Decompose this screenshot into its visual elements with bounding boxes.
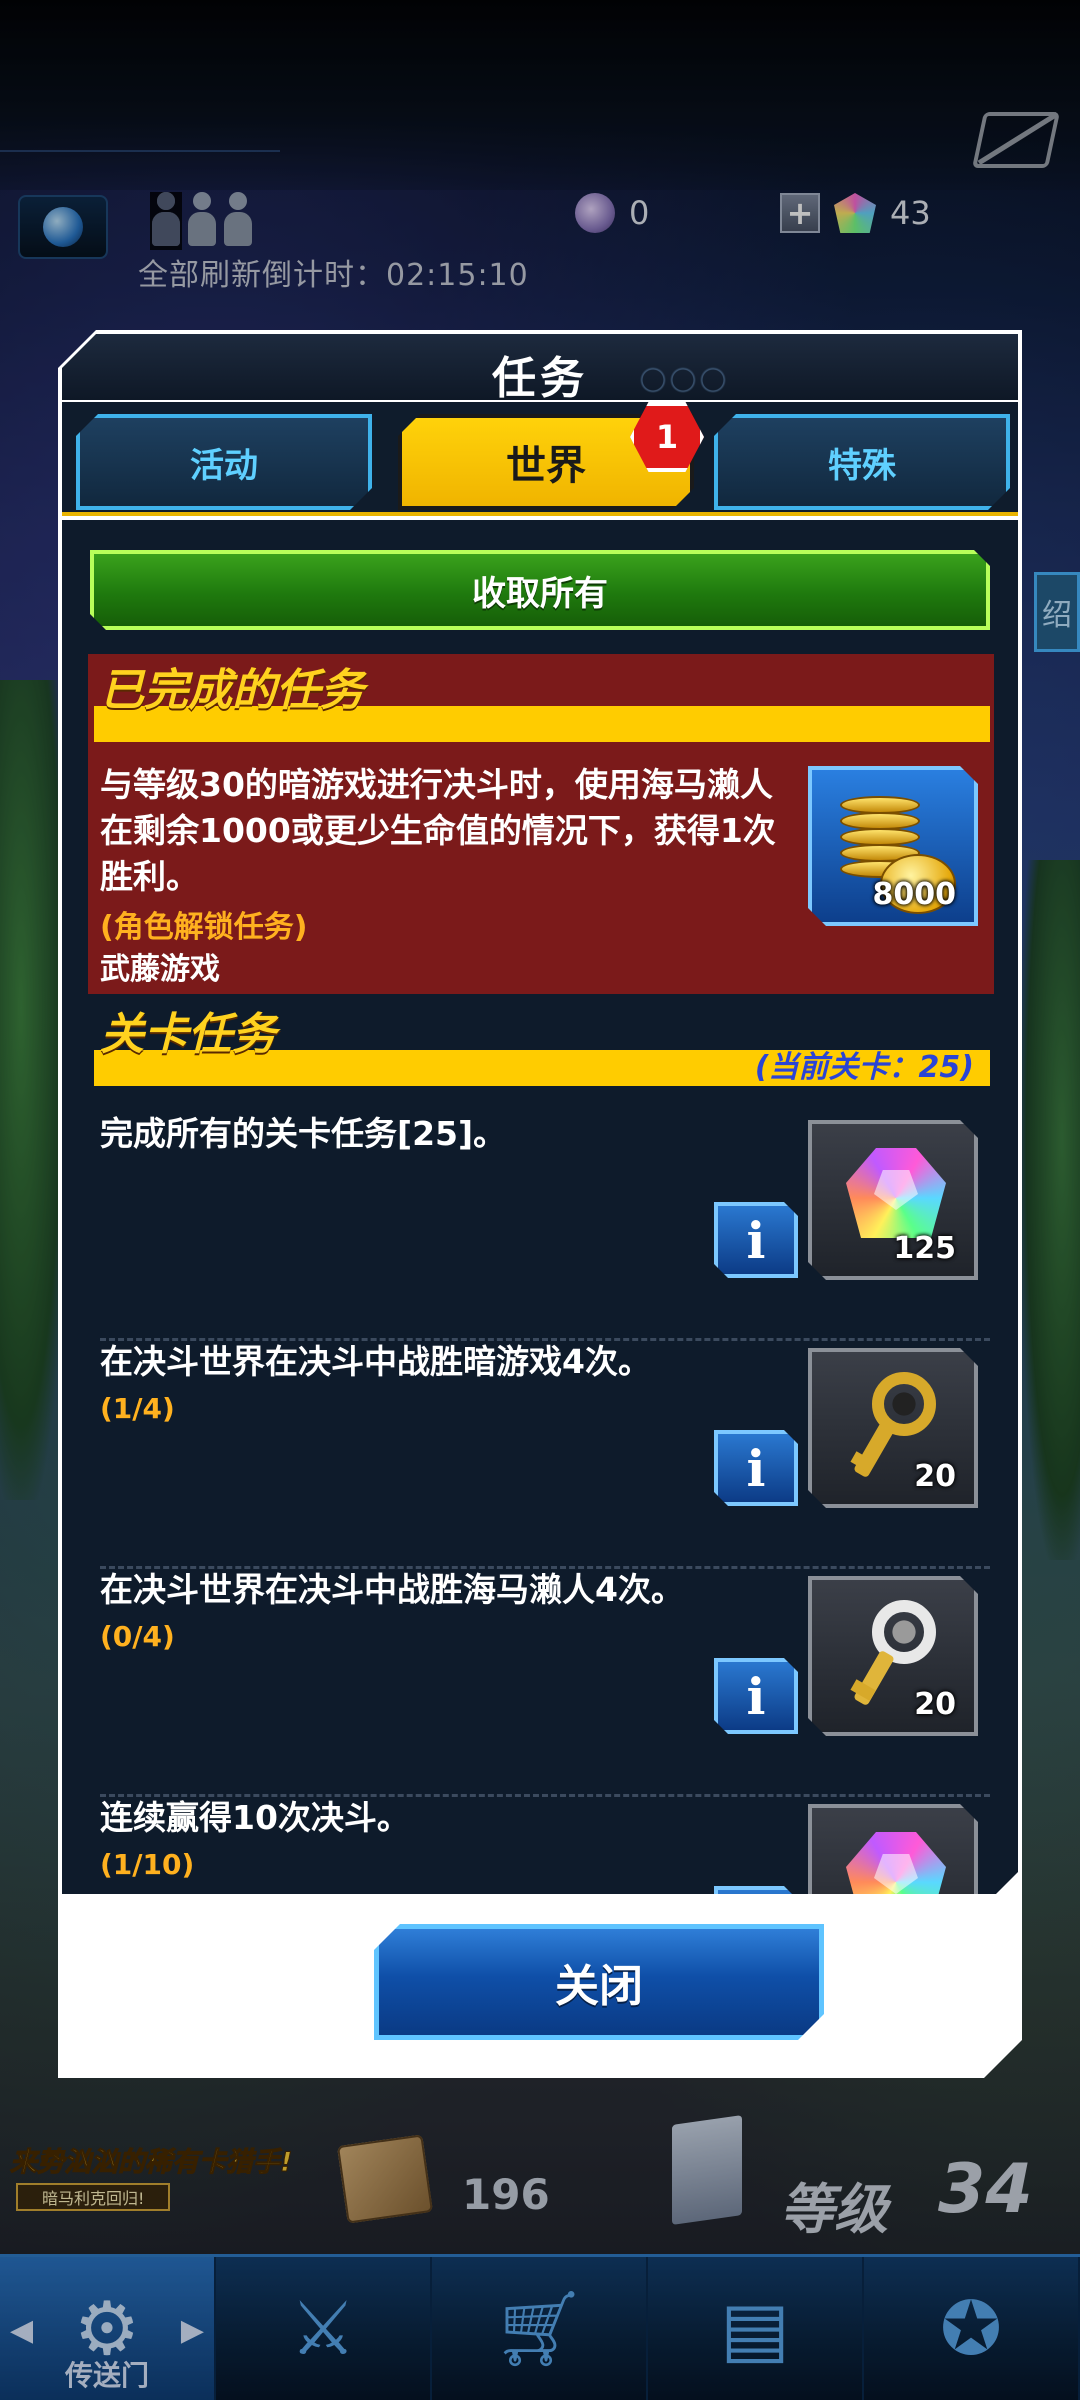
- completed-section-header: 已完成的任务: [88, 654, 994, 744]
- task-description: 完成所有的关卡任务[25]。: [100, 1114, 507, 1153]
- task-row: 完成所有的关卡任务[25]。 i 125: [88, 1102, 994, 1330]
- task-row: 连续赢得10次决斗。 (1/10) i: [88, 1786, 994, 1894]
- gem-reward[interactable]: 125: [808, 1120, 978, 1280]
- close-button[interactable]: 关闭: [374, 1924, 824, 2040]
- gold-reward[interactable]: 8000: [808, 766, 978, 926]
- reward-quantity: 20: [914, 1687, 956, 1722]
- task-description: 连续赢得10次决斗。: [100, 1798, 410, 1837]
- task-progress: (0/4): [100, 1620, 175, 1653]
- reward-quantity: 20: [914, 1459, 956, 1494]
- task-progress: (1/4): [100, 1392, 175, 1425]
- tab-notification-badge: 1: [630, 402, 704, 472]
- completed-missions-section: 已完成的任务 与等级30的暗游戏进行决斗时，使用海马濑人在剩余1000或更少生命…: [88, 654, 994, 994]
- completed-task-text: 与等级30的暗游戏进行决斗时，使用海马濑人在剩余1000或更少生命值的情况下，获…: [100, 765, 776, 896]
- stage-section-title: 关卡任务: [100, 1009, 276, 1060]
- info-button[interactable]: i: [714, 1430, 798, 1506]
- key-reward[interactable]: 20: [808, 1576, 978, 1736]
- gem-reward[interactable]: [808, 1804, 978, 1894]
- silver-key-icon: [852, 1600, 942, 1700]
- task-description: 在决斗世界在决斗中战胜海马濑人4次。: [100, 1570, 684, 1609]
- completed-task-character: 武藤游戏: [100, 952, 220, 987]
- info-button[interactable]: i: [714, 1202, 798, 1278]
- reward-quantity: 8000: [872, 877, 956, 912]
- dialog-title: 任务: [492, 353, 588, 404]
- stage-missions-header: (当前关卡：25) 关卡任务: [88, 998, 994, 1088]
- tab-bar: 活动 世界 特殊 1: [62, 402, 1018, 516]
- tab-special[interactable]: 特殊: [714, 414, 1010, 510]
- badge-count: 1: [630, 402, 704, 472]
- task-progress: (1/10): [100, 1848, 195, 1881]
- task-description: 在决斗世界在决斗中战胜暗游戏4次。: [100, 1342, 651, 1381]
- reward-quantity: 125: [893, 1231, 956, 1266]
- hex-decoration: [638, 360, 768, 400]
- rainbow-gem-icon: [846, 1832, 946, 1894]
- task-row: 在决斗世界在决斗中战胜暗游戏4次。 (1/4) i 20: [88, 1330, 994, 1558]
- mission-dialog: 任务 活动 世界 特殊 1 收取所有 已完成的任务 与等级30的暗游戏进行决斗时…: [58, 330, 1022, 2078]
- task-row: 在决斗世界在决斗中战胜海马濑人4次。 (0/4) i 20: [88, 1558, 994, 1786]
- key-reward[interactable]: 20: [808, 1348, 978, 1508]
- current-stage: (当前关卡：25): [754, 1050, 974, 1085]
- mission-list-panel[interactable]: 收取所有 已完成的任务 与等级30的暗游戏进行决斗时，使用海马濑人在剩余1000…: [62, 520, 1018, 1894]
- completed-task-tag: (角色解锁任务): [100, 910, 308, 945]
- info-button[interactable]: i: [714, 1886, 798, 1894]
- gold-key-icon: [852, 1372, 942, 1472]
- completed-section-title: 已完成的任务: [100, 665, 364, 716]
- claim-all-button[interactable]: 收取所有: [90, 550, 990, 630]
- info-button[interactable]: i: [714, 1658, 798, 1734]
- tab-activity[interactable]: 活动: [76, 414, 372, 510]
- dialog-header: 任务: [62, 334, 1018, 400]
